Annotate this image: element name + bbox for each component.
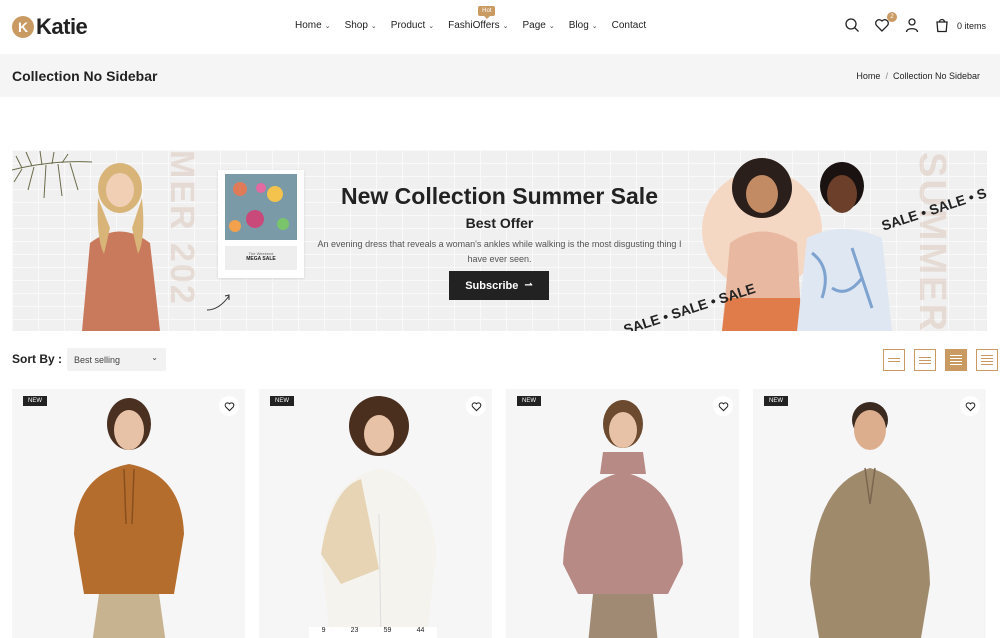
chevron-down-icon: ⌄	[548, 22, 555, 30]
chevron-down-icon: ⌄	[370, 22, 377, 30]
cart-items-label[interactable]: 0 items	[957, 21, 986, 31]
banner-subheading: Best Offer	[465, 215, 534, 231]
mega-sale-label-box: The Weekend MEGA SALE	[225, 246, 297, 270]
breadcrumb-home-link[interactable]: Home	[856, 71, 880, 81]
view-2-columns-button[interactable]	[883, 349, 905, 371]
nav-blog-label: Blog	[568, 20, 589, 31]
logo-text: Katie	[36, 14, 88, 39]
nav-home-label: Home	[295, 20, 322, 31]
wishlist-count-badge: 2	[886, 12, 897, 22]
heart-icon[interactable]	[713, 396, 733, 416]
nav-fashioffers[interactable]: Hot FashiOffers ⌄	[448, 6, 509, 31]
product-image	[73, 398, 184, 638]
breadcrumb-separator: /	[885, 71, 888, 81]
nav-home[interactable]: Home ⌄	[295, 20, 331, 31]
view-3-columns-button[interactable]	[914, 349, 936, 371]
new-badge: NEW	[517, 396, 541, 406]
nav-product-label: Product	[390, 20, 426, 31]
account-icon[interactable]	[904, 17, 922, 35]
cart-icon[interactable]	[934, 17, 952, 35]
promo-banner: MER 202 SUMMER The Weekend MEGA SALE New…	[12, 150, 987, 331]
heart-icon[interactable]	[466, 396, 486, 416]
heart-icon[interactable]	[219, 396, 239, 416]
product-card[interactable]: NEW	[753, 389, 986, 638]
banner-vertical-text-right: SUMMER	[911, 152, 953, 331]
nav-shop[interactable]: Shop ⌄	[345, 20, 377, 31]
chevron-down-icon: ⌄	[502, 22, 509, 30]
hot-badge: Hot	[478, 6, 496, 19]
nav-page-label: Page	[522, 20, 546, 31]
countdown-days: 9	[321, 627, 326, 634]
banner-description: An evening dress that reveals a woman's …	[317, 239, 682, 264]
new-badge: NEW	[764, 396, 788, 406]
site-header: K Katie Home ⌄ Shop ⌄ Product ⌄ Hot Fash…	[0, 0, 1000, 54]
sort-by-label: Sort By :	[12, 352, 63, 366]
view-4-columns-button[interactable]	[945, 349, 967, 371]
subscribe-button[interactable]: Subscribe ⇀	[449, 271, 549, 300]
nav-contact[interactable]: Contact	[612, 20, 646, 31]
sort-select[interactable]: Best selling ⌄	[67, 348, 166, 371]
banner-models-right-image	[722, 158, 892, 331]
nav-page[interactable]: Page ⌄	[523, 20, 555, 31]
subscribe-button-label: Subscribe	[465, 279, 519, 292]
chevron-down-icon: ⌄	[324, 22, 331, 30]
mega-sale-text: MEGA SALE	[246, 256, 276, 262]
logo[interactable]: K Katie	[12, 14, 88, 40]
product-card[interactable]: NEW 9 23 59 44	[259, 389, 492, 638]
main-nav: Home ⌄ Shop ⌄ Product ⌄ Hot FashiOffers …	[295, 6, 660, 31]
banner-model-left-image	[82, 163, 160, 331]
header-actions: 2 0 items	[832, 12, 986, 35]
breadcrumb: Home / Collection No Sidebar	[856, 71, 980, 81]
product-card[interactable]: NEW	[506, 389, 739, 638]
nav-fashioffers-label: FashiOffers	[448, 20, 500, 31]
view-list-button[interactable]	[976, 349, 998, 371]
page-title: Collection No Sidebar	[12, 68, 158, 84]
wishlist-icon[interactable]: 2	[874, 12, 897, 35]
chevron-down-icon: ⌄	[151, 353, 158, 362]
product-image	[320, 396, 436, 638]
grid-view-switcher	[883, 349, 1000, 371]
chevron-down-icon: ⌄	[428, 22, 435, 30]
breadcrumb-current: Collection No Sidebar	[892, 71, 980, 81]
countdown-hours: 23	[350, 627, 359, 634]
countdown-timer: 9 23 59 44	[309, 627, 437, 638]
search-icon[interactable]	[844, 17, 862, 35]
countdown-seconds: 44	[416, 627, 425, 634]
arrow-right-icon: ⇀	[524, 280, 533, 291]
logo-mark: K	[12, 16, 34, 38]
sort-select-value: Best selling	[74, 354, 121, 365]
countdown-minutes: 59	[383, 627, 392, 634]
new-badge: NEW	[23, 396, 47, 406]
nav-product[interactable]: Product ⌄	[391, 20, 434, 31]
page-title-bar: Collection No Sidebar Home / Collection …	[0, 54, 1000, 97]
banner-heading: New Collection Summer Sale	[341, 183, 658, 209]
nav-contact-label: Contact	[611, 20, 647, 31]
chevron-down-icon: ⌄	[591, 22, 598, 30]
nav-blog[interactable]: Blog ⌄	[569, 20, 598, 31]
nav-shop-label: Shop	[344, 20, 368, 31]
new-badge: NEW	[270, 396, 294, 406]
heart-icon[interactable]	[960, 396, 980, 416]
product-image	[809, 402, 930, 638]
product-card[interactable]: NEW	[12, 389, 245, 638]
product-image	[562, 400, 683, 638]
curved-arrow-icon	[206, 294, 230, 311]
